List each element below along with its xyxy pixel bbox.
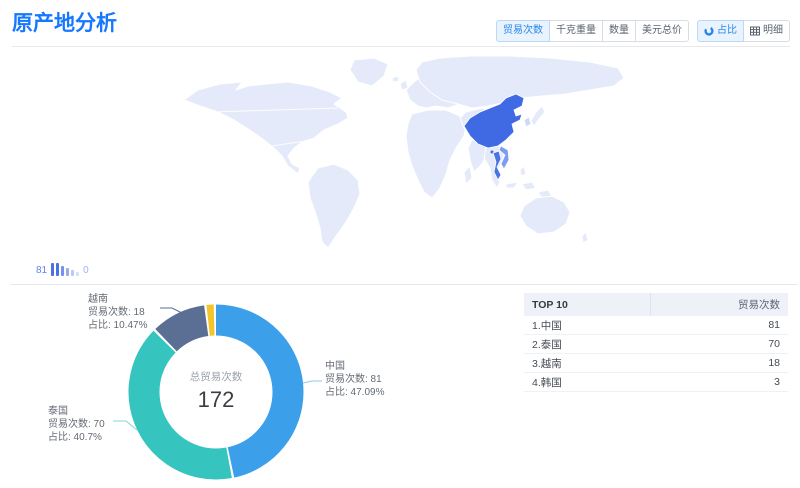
metric-button-quantity[interactable]: 数量 [602, 20, 636, 42]
table-row[interactable]: 4.韩国 3 [524, 373, 788, 392]
pie-label-name: 越南 [88, 293, 147, 306]
table-row[interactable]: 3.越南 18 [524, 354, 788, 373]
donut-center-value: 172 [156, 387, 276, 413]
table-header-metric: 贸易次数 [651, 293, 788, 316]
label-line-vietnam [160, 308, 182, 313]
continent-north-america [184, 82, 348, 174]
pie-label-percent: 占比: 10.47% [88, 319, 147, 332]
pie-label-percent: 占比: 47.09% [325, 386, 384, 399]
region-japan [531, 106, 545, 126]
legend-max-value: 81 [36, 265, 47, 276]
toolbar: 贸易次数 千克重量 数量 美元总价 占比 明细 [496, 20, 790, 42]
continent-south-america [308, 164, 360, 248]
table-cell-name: 3.越南 [524, 356, 562, 371]
table-cell-value: 18 [768, 357, 788, 369]
region-iceland [392, 76, 399, 82]
pie-label-name: 中国 [325, 360, 384, 373]
metric-button-usd-total[interactable]: 美元总价 [635, 20, 689, 42]
table-header-row: TOP 10 贸易次数 [524, 293, 788, 316]
region-indonesia [506, 182, 518, 188]
label-line-thailand [113, 421, 137, 430]
view-button-ratio[interactable]: 占比 [697, 20, 744, 42]
table-cell-name: 1.中国 [524, 318, 562, 333]
continent-africa [406, 110, 466, 198]
pie-label-count: 贸易次数: 70 [48, 418, 105, 431]
pie-label-count: 贸易次数: 81 [325, 373, 384, 386]
page-title: 原产地分析 [12, 7, 117, 37]
table-cell-name: 2.泰国 [524, 337, 562, 352]
donut-chart-icon [704, 26, 714, 36]
legend-min-value: 0 [83, 265, 89, 276]
table-row[interactable]: 2.泰国 70 [524, 335, 788, 354]
metric-button-kg-weight[interactable]: 千克重量 [549, 20, 603, 42]
legend-bars [51, 263, 79, 276]
pie-label-vietnam: 越南 贸易次数: 18 占比: 10.47% [88, 293, 147, 332]
section-divider [10, 284, 798, 285]
top10-table: TOP 10 贸易次数 1.中国 81 2.泰国 70 3.越南 18 4.韩国… [524, 293, 788, 392]
table-cell-value: 70 [768, 338, 788, 350]
region-philippines [520, 166, 526, 176]
metric-button-trade-count[interactable]: 贸易次数 [496, 20, 550, 42]
header-divider [12, 46, 790, 47]
pie-label-china: 中国 贸易次数: 81 占比: 47.09% [325, 360, 384, 399]
region-madagascar [464, 166, 472, 184]
table-cell-value: 3 [774, 376, 788, 388]
pie-label-count: 贸易次数: 18 [88, 306, 147, 319]
region-new-zealand [582, 232, 588, 243]
label-line-china [303, 381, 322, 383]
pie-label-thailand: 泰国 贸易次数: 70 占比: 40.7% [48, 405, 105, 444]
region-borneo [522, 182, 536, 190]
table-cell-value: 81 [768, 319, 788, 331]
table-icon [750, 26, 760, 36]
metric-button-group: 贸易次数 千克重量 数量 美元总价 [496, 20, 689, 42]
table-header-rank: TOP 10 [524, 293, 651, 316]
view-button-detail[interactable]: 明细 [743, 20, 790, 42]
pie-label-percent: 占比: 40.7% [48, 431, 105, 444]
pie-label-name: 泰国 [48, 405, 105, 418]
map-visual-legend[interactable]: 81 0 [36, 260, 89, 276]
donut-center-text: 总贸易次数 172 [156, 369, 276, 413]
donut-center-label: 总贸易次数 [156, 369, 276, 384]
view-button-detail-label: 明细 [763, 26, 783, 36]
view-button-ratio-label: 占比 [717, 26, 737, 36]
table-cell-name: 4.韩国 [524, 375, 562, 390]
region-greenland [350, 58, 388, 86]
view-button-group: 占比 明细 [697, 20, 790, 42]
table-row[interactable]: 1.中国 81 [524, 316, 788, 335]
region-uk [400, 80, 408, 90]
continent-australia [520, 196, 570, 234]
country-south-korea[interactable] [524, 117, 531, 127]
world-map[interactable] [170, 56, 630, 261]
